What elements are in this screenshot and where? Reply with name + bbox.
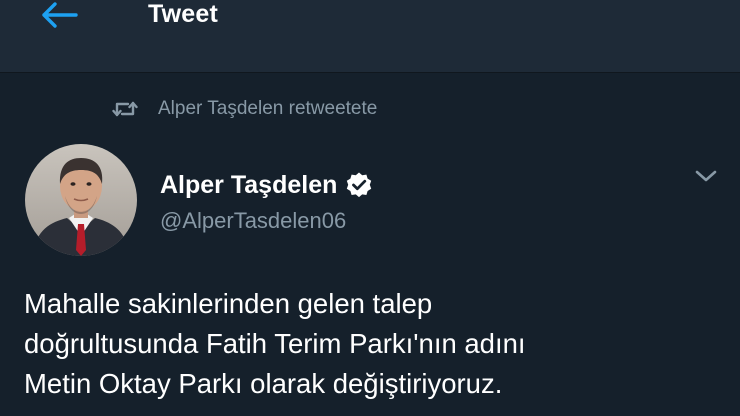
top-bar: Tweet	[0, 0, 740, 73]
tweet-text: Mahalle sakinlerinden gelen talep doğrul…	[24, 288, 526, 399]
page-title: Tweet	[148, 0, 218, 28]
tweet-screen: Tweet Alper Taşdelen retweetete Alper Ta…	[0, 0, 740, 416]
avatar[interactable]	[25, 144, 137, 256]
author-handle[interactable]: @AlperTasdelen06	[160, 208, 346, 234]
retweet-context[interactable]: Alper Taşdelen retweetete	[112, 96, 377, 122]
arrow-left-icon	[42, 2, 78, 28]
author-row[interactable]: Alper Taşdelen	[160, 168, 375, 202]
more-options-button[interactable]	[690, 164, 722, 188]
back-button[interactable]	[30, 0, 88, 30]
retweet-label: Alper Taşdelen retweetete	[158, 98, 378, 119]
chevron-down-icon	[695, 170, 717, 182]
verified-badge-icon	[345, 170, 375, 200]
author-name: Alper Taşdelen	[160, 170, 338, 199]
retweet-icon	[112, 98, 140, 120]
